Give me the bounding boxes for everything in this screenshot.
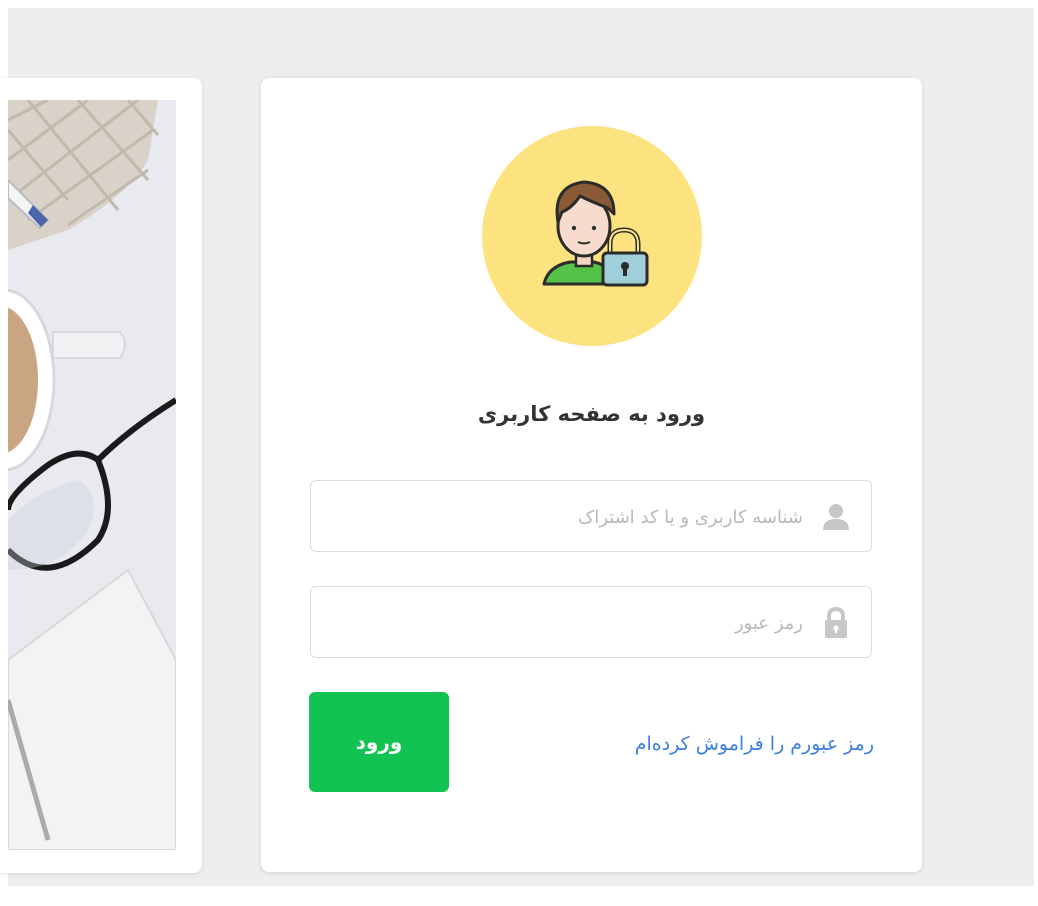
username-input[interactable] (321, 481, 805, 553)
login-title: ورود به صفحه کاربری (477, 402, 706, 426)
username-field[interactable] (310, 480, 872, 553)
login-submit-button[interactable]: ورود (309, 692, 449, 792)
user-icon (819, 500, 853, 534)
password-field[interactable] (310, 586, 872, 659)
forgot-password-link[interactable]: رمز عبورم را فراموش کرده‌ام (635, 726, 874, 762)
desk-photo (8, 100, 176, 850)
login-card: ورود به صفحه کاربری ورود رمز عبورم را فر… (261, 78, 922, 872)
user-lock-avatar-icon (482, 126, 702, 346)
password-input[interactable] (321, 587, 805, 659)
lock-icon (819, 606, 853, 640)
side-image-card (0, 78, 202, 873)
